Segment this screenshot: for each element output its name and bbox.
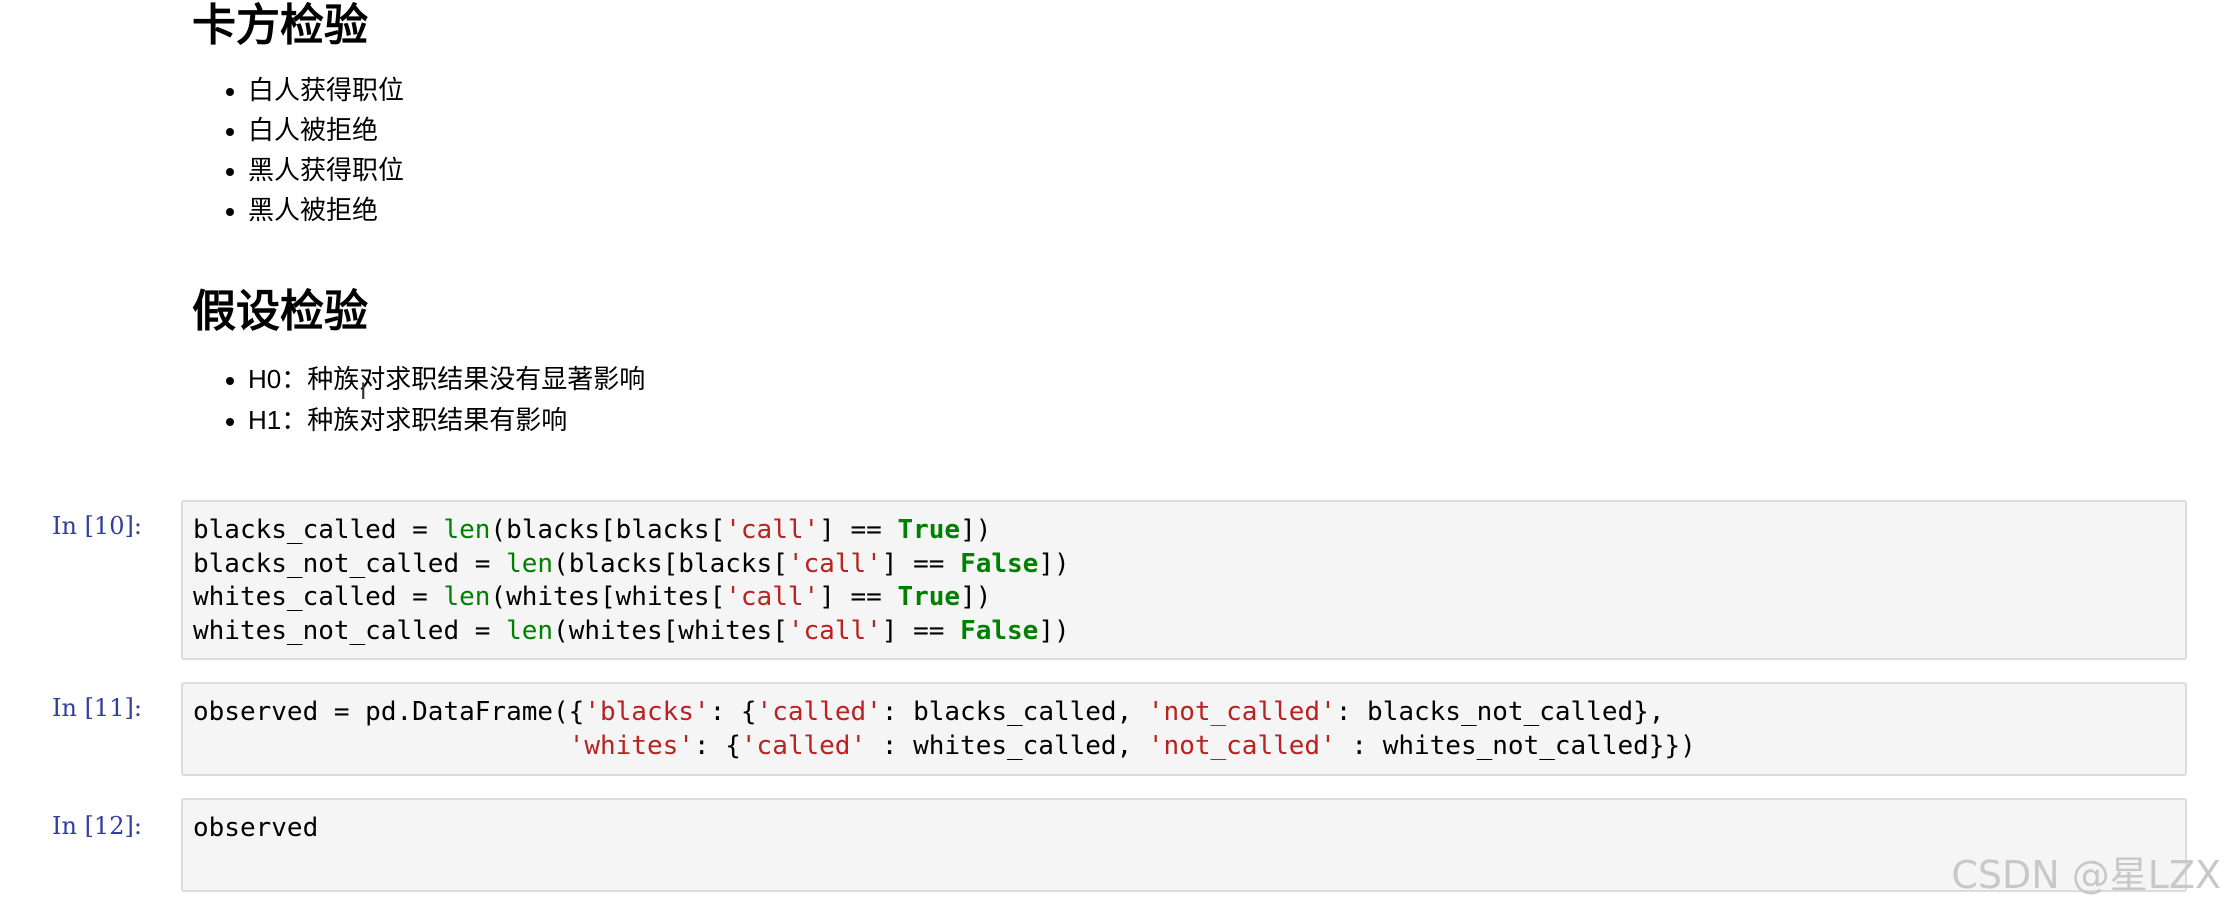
code-input-area[interactable]: blacks_called = len(blacks[blacks['call'… [181,500,2187,660]
hypothesis-text: 种族对求职结果有影响 [307,405,568,436]
list-item: 白人获得职位 [248,71,404,111]
list-item-h1: H1：种族对求职结果有影响 [248,400,645,441]
code-string: 'call' [787,615,882,646]
code-keyword: True [897,582,961,612]
code-string: 'not_called' [1147,730,1336,761]
code-token: whites_not_called = [193,615,507,646]
code-token: ]) [1038,615,1070,646]
list-item: 黑人被拒绝 [248,191,404,231]
code-editor[interactable]: observed = pd.DataFrame({'blacks': {'cal… [183,684,2185,763]
code-token: : blacks_called, [881,697,1148,727]
code-string: 'whites' [568,730,694,761]
code-token: (whites[whites[ [553,615,788,646]
code-string: 'called' [740,730,867,761]
hypothesis-label: H0 [248,363,282,394]
code-token: : whites_called, [866,730,1148,761]
code-token: (blacks[blacks[ [490,515,726,545]
code-token: (blacks[blacks[ [553,548,788,579]
code-token: blacks_not_called = [193,548,507,579]
code-token: whites_called = [193,582,444,612]
code-token: : blacks_not_called}, [1335,697,1665,727]
code-string: 'call' [787,548,882,579]
code-editor[interactable]: observed [183,800,2185,846]
code-token: ] == [819,515,898,545]
hypothesis-separator: ： [281,405,308,436]
code-token: observed = pd.DataFrame({ [193,697,585,727]
hypothesis-text: 种族对求职结果没有显著影响 [307,364,646,395]
bullet-list-hypotheses: H0：种族对求职结果没有显著影响 H1：种族对求职结果有影响 [192,359,645,441]
code-editor[interactable]: blacks_called = len(blacks[blacks['call'… [183,502,2185,648]
code-token: ]) [960,582,992,612]
code-token: ]) [1038,548,1070,579]
code-keyword: False [960,548,1039,579]
code-token: ] == [819,582,898,612]
code-builtin: len [506,615,554,646]
watermark-text: CSDN @星LZX [1951,853,2221,897]
bullet-list-categories: 白人获得职位 白人被拒绝 黑人获得职位 黑人被拒绝 [192,71,404,231]
code-token: ] == [881,548,961,579]
hypothesis-separator: ： [281,364,308,395]
list-item-h0: H0：种族对求职结果没有显著影响 [248,359,645,400]
code-builtin: len [506,548,554,579]
markdown-cell-chi-square: 卡方检验 白人获得职位 白人被拒绝 黑人获得职位 黑人被拒绝 [192,0,404,231]
text-cursor-icon: I [360,380,367,405]
code-token: ]) [960,515,992,545]
code-token: observed [193,813,319,843]
code-input-area[interactable]: observed = pd.DataFrame({'blacks': {'cal… [181,682,2187,776]
code-token: : whites_not_called}}) [1335,730,1696,761]
code-token: ] == [881,615,961,646]
code-token: : { [709,697,757,727]
code-string: 'call' [725,515,820,545]
code-token: (whites[whites[ [490,582,726,612]
list-item: 黑人获得职位 [248,151,404,191]
code-token: blacks_called = [193,515,444,545]
input-prompt: In [10]: [52,512,142,540]
code-input-area[interactable]: observed [181,798,2187,892]
input-prompt: In [11]: [52,694,142,722]
hypothesis-label: H1 [248,404,282,435]
input-prompt: In [12]: [52,812,142,840]
heading-hypothesis: 假设检验 [192,286,368,337]
code-builtin: len [443,582,491,612]
code-string: 'call' [725,582,820,612]
code-token: : { [693,730,741,761]
list-item: 白人被拒绝 [248,111,404,151]
code-keyword: False [960,615,1039,646]
code-keyword: True [897,515,961,545]
code-builtin: len [443,515,491,545]
code-string: 'called' [756,697,882,727]
markdown-cell-hypothesis: 假设检验 H0：种族对求职结果没有显著影响 H1：种族对求职结果有影响 [192,286,645,441]
heading-chi-square: 卡方检验 [192,0,368,51]
code-string: 'blacks' [584,697,710,727]
code-string: 'not_called' [1147,697,1336,727]
